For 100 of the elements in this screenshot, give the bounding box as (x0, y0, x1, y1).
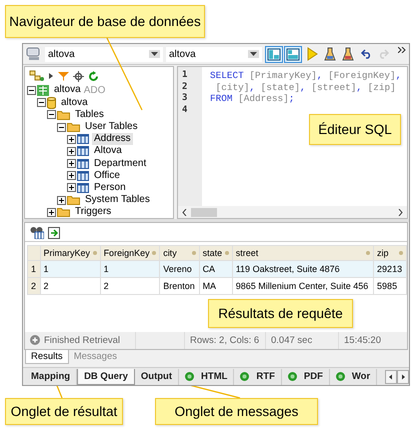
tab[interactable]: PDF (282, 368, 330, 385)
collapse-icon[interactable] (27, 86, 36, 95)
expand-icon[interactable] (47, 208, 56, 217)
connection-type: ADO (84, 84, 106, 96)
expand-icon[interactable] (67, 171, 76, 180)
tree-item[interactable]: Address (92, 133, 133, 146)
table-cell: 2 (100, 278, 160, 295)
column-header[interactable]: city (160, 246, 200, 261)
tree-item[interactable]: Department (92, 158, 148, 170)
column-header[interactable]: state (199, 246, 232, 261)
circle-icon (185, 372, 194, 382)
dropdown-arrow-icon[interactable] (149, 50, 160, 58)
flask-icon (324, 47, 336, 62)
collapse-icon[interactable] (37, 98, 46, 108)
table-icon (77, 158, 89, 169)
layout-button[interactable] (265, 46, 283, 63)
connection-icon (37, 84, 49, 96)
table-icon (77, 146, 89, 156)
table-cell: MA (199, 278, 232, 295)
flask-icon (342, 47, 354, 62)
scrollbar-thumb[interactable] (191, 208, 217, 217)
status-icon (30, 335, 40, 346)
column-header[interactable]: street (232, 246, 374, 261)
scroll-left-icon[interactable] (385, 370, 397, 384)
database-dropdown[interactable]: altova (166, 46, 262, 62)
collapse-icon[interactable] (47, 110, 56, 120)
column-header[interactable]: zip (374, 246, 406, 261)
line-number: 4 (181, 104, 188, 116)
table-icon (77, 134, 89, 144)
expand-icon[interactable] (67, 159, 76, 168)
scroll-left-icon[interactable] (182, 208, 187, 216)
code-line: SELECT [PrimaryKey], [ForeignKey], (210, 70, 402, 82)
circle-icon (336, 372, 345, 382)
tree-item[interactable]: Tables (73, 108, 106, 121)
tree-item[interactable]: Person (92, 182, 128, 194)
chevron-icon[interactable] (398, 47, 406, 53)
query-duration: 0.047 sec (271, 334, 312, 346)
table-cell: 9865 Millenium Center, Suite 456 (232, 278, 374, 295)
column-header[interactable]: PrimaryKey (40, 246, 100, 261)
connection-dropdown[interactable]: altova (45, 46, 163, 62)
tree-item[interactable]: altova (59, 96, 90, 109)
layout-button[interactable] (284, 46, 302, 63)
table-cell: Vereno (160, 260, 200, 278)
tab[interactable]: Results (25, 350, 69, 364)
tab[interactable]: RTF (234, 368, 282, 385)
table-cell: 2 (40, 278, 100, 295)
table-cell: 119 Oakstreet, Suite 4876 (232, 260, 374, 278)
add-item-icon[interactable] (29, 70, 45, 82)
callout: Navigateur de base de données (5, 5, 205, 38)
callout: Éditeur SQL (309, 114, 401, 145)
code-line: [city], [state], [street], [zip] (214, 82, 397, 94)
table-cell: 1 (40, 260, 100, 278)
callout: Onglet de résultat (5, 398, 123, 425)
scroll-right-icon[interactable] (397, 370, 409, 384)
circle-icon (240, 372, 250, 382)
circle-icon (288, 372, 297, 382)
binoculars-icon[interactable] (30, 226, 44, 239)
folder-icon (57, 110, 70, 120)
tree-item[interactable]: System Tables (83, 194, 152, 206)
expand-arrow-icon[interactable] (49, 73, 54, 80)
tree-item[interactable]: Triggers (73, 206, 114, 218)
column-header[interactable]: ForeignKey (100, 246, 160, 261)
line-number: 1 (181, 70, 188, 82)
layout-icon (286, 48, 300, 61)
table-cell: 5985 (374, 278, 406, 295)
code-line: FROM [Address]; (210, 93, 296, 105)
export-icon[interactable] (48, 226, 60, 239)
folder-icon (67, 122, 80, 132)
tree-item[interactable]: Office (92, 170, 122, 182)
table-cell: 29213 (374, 260, 406, 278)
folder-icon (57, 207, 70, 218)
tree-item[interactable]: User Tables (83, 121, 140, 134)
table-cell: 1 (100, 260, 160, 278)
crosshair-icon[interactable] (73, 70, 84, 82)
expand-icon[interactable] (67, 183, 76, 192)
row-number[interactable]: 2 (28, 278, 40, 295)
redo-icon (378, 49, 390, 60)
callout: Résultats de requête (208, 299, 353, 328)
tree-item[interactable]: altova (52, 84, 83, 96)
table-cell: CA (199, 260, 232, 278)
expand-icon[interactable] (57, 196, 66, 205)
dropdown-arrow-icon[interactable] (248, 50, 259, 58)
query-time: 15:45:20 (344, 334, 381, 346)
horizontal-scrollbar[interactable] (178, 206, 407, 218)
tab[interactable]: HTML (179, 368, 234, 385)
tab[interactable]: DB Query (77, 368, 135, 385)
refresh-icon[interactable] (88, 70, 99, 82)
expand-icon[interactable] (67, 146, 76, 156)
expand-icon[interactable] (67, 134, 76, 144)
tab[interactable]: Wor (330, 368, 378, 385)
row-number[interactable]: 1 (28, 260, 40, 278)
collapse-icon[interactable] (57, 122, 66, 132)
play-icon (306, 47, 318, 62)
scroll-right-icon[interactable] (398, 208, 403, 216)
line-number: 3 (181, 93, 188, 105)
tab[interactable]: Output (134, 368, 180, 385)
tree-item[interactable]: Altova (92, 145, 124, 158)
layout-icon (267, 48, 281, 61)
undo-icon (360, 49, 372, 60)
status-message: Finished Retrieval (44, 334, 120, 346)
